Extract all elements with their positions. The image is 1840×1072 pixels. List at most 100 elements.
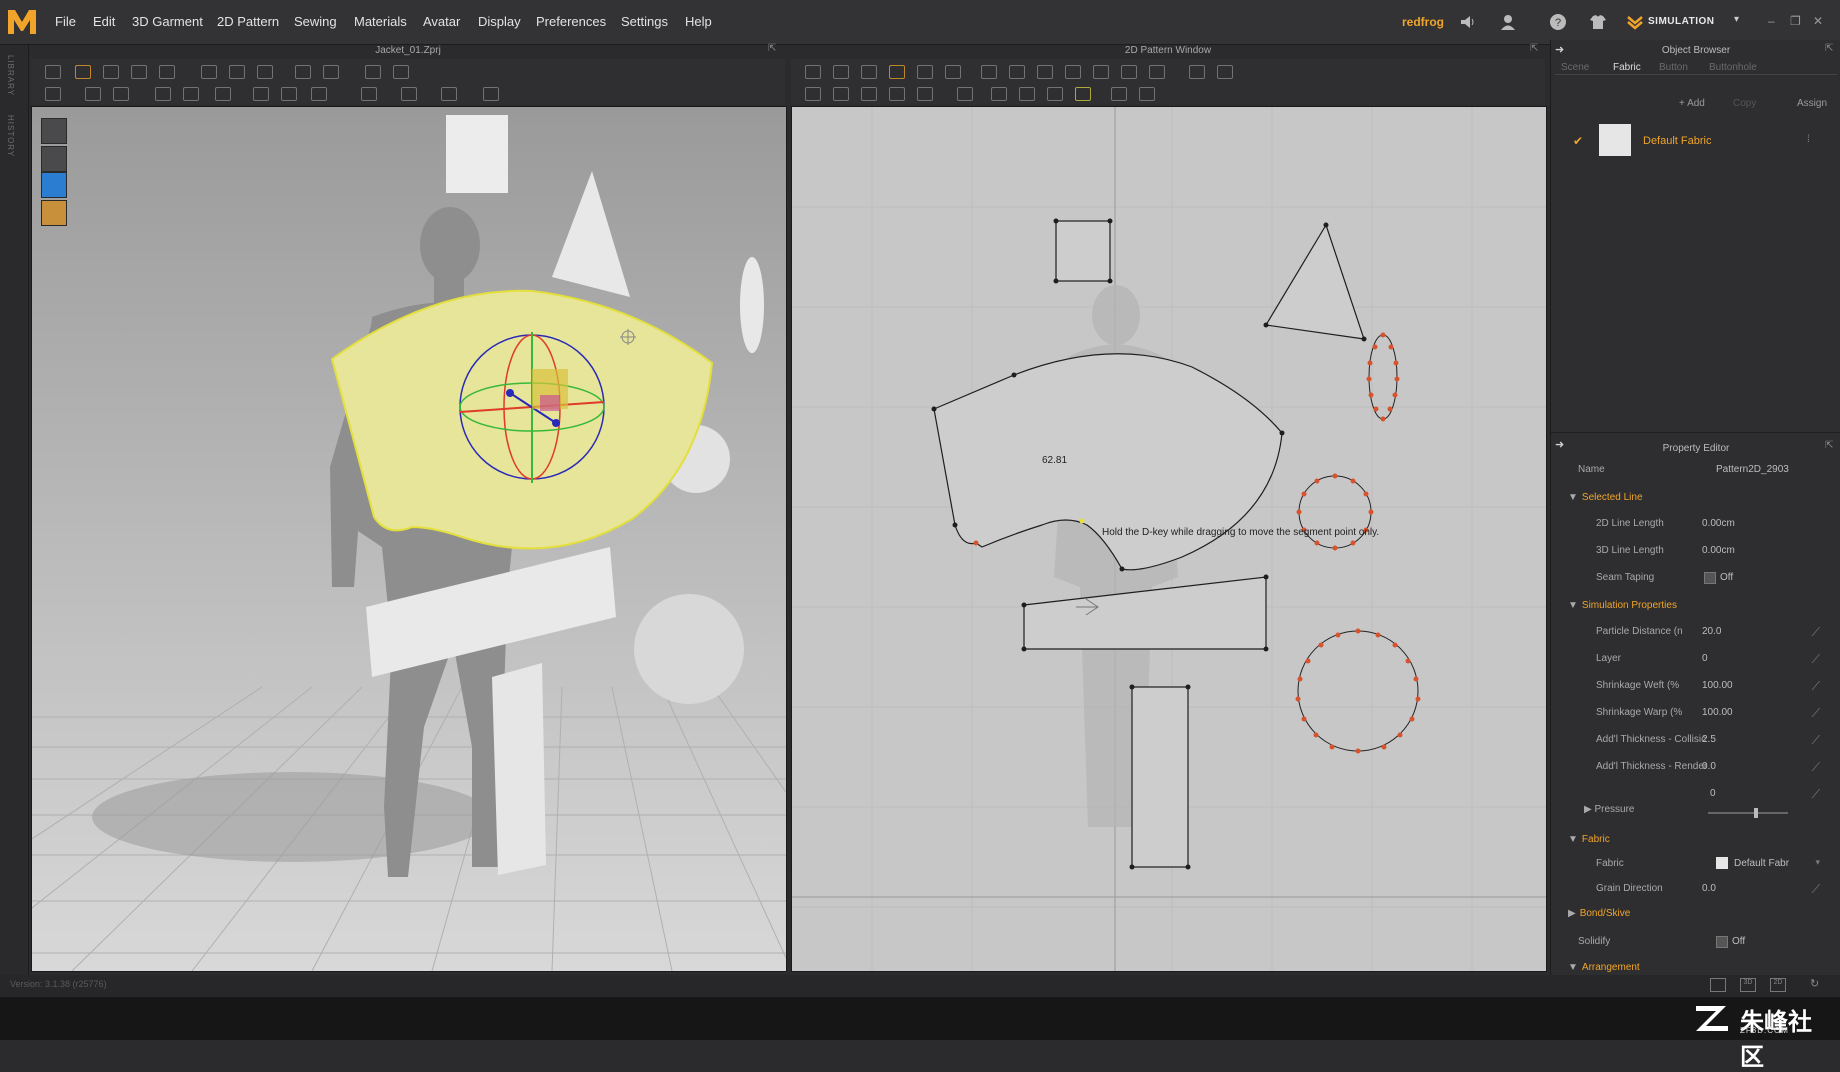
edit-curve-point-icon[interactable] [889,65,905,79]
fabric-dropdown[interactable]: Default Fabr [1734,858,1789,869]
internal-circle-icon[interactable] [1121,65,1137,79]
curvature-icon[interactable] [945,65,961,79]
view2d-maximize-icon[interactable]: ⇱ [1530,43,1538,54]
view2d-viewport[interactable]: 62.81 Hold the D-key while dragging to m… [791,106,1547,972]
prop-value[interactable]: 100.00 [1702,707,1733,718]
garment-icon[interactable] [1588,12,1608,32]
lasso-tool-icon[interactable] [393,65,409,79]
menu-avatar[interactable]: Avatar [423,14,460,29]
fabric-section-header[interactable]: ▼ Fabric [1568,834,1610,845]
menu-3d-garment[interactable]: 3D Garment [132,14,203,29]
edit-icon[interactable]: ⟋ [1812,787,1820,802]
layout-3d-icon[interactable]: 3D [1740,978,1756,992]
m-n-sewing-icon[interactable] [861,87,877,101]
button-tool-icon[interactable] [253,87,269,101]
buttonhole-tool-icon[interactable] [281,87,297,101]
tab-button[interactable]: Button [1659,62,1688,73]
texture-tool-icon[interactable] [183,87,199,101]
scale-tool-icon[interactable] [131,65,147,79]
tape-2d-icon[interactable] [1139,87,1155,101]
object-browser-maximize-icon[interactable]: ⇱ [1825,43,1833,54]
chevron-down-icon[interactable]: ▾ [1734,14,1739,25]
prop-value[interactable]: 100.00 [1702,680,1733,691]
bond-skive-header[interactable]: ▶ Bond/Skive [1568,908,1630,919]
add-point-icon[interactable] [917,65,933,79]
dart-icon[interactable] [1149,65,1165,79]
add-fabric-button[interactable]: + Add [1679,98,1705,109]
edit-icon[interactable]: ⟋ [1812,760,1820,775]
rotate-tool-icon[interactable] [159,65,175,79]
tab-fabric[interactable]: Fabric [1613,62,1641,73]
free-sewing-icon[interactable] [833,87,849,101]
library-tab[interactable]: LIBRARY [6,55,15,96]
simulation-properties-header[interactable]: ▼ Simulation Properties [1568,600,1677,611]
restore-icon[interactable]: ❐ [1790,14,1801,28]
prop-value[interactable]: 0.0 [1702,883,1716,894]
edit-point-icon[interactable] [861,65,877,79]
avatar-tool-icon[interactable] [295,65,311,79]
polygon-icon[interactable] [981,65,997,79]
segment-sewing-icon[interactable] [805,87,821,101]
seam-taping-checkbox[interactable] [1704,572,1716,584]
pin-tool-icon[interactable] [257,65,273,79]
select-tool-icon[interactable] [45,65,61,79]
sewing-tool-icon[interactable] [365,65,381,79]
strap-tool-icon[interactable] [361,87,377,101]
default-fabric-label[interactable]: Default Fabric [1643,135,1711,147]
transform-pattern-icon[interactable] [833,65,849,79]
button-2d-icon[interactable] [1019,87,1035,101]
pressure-slider-track[interactable] [1708,812,1788,814]
edit-icon[interactable]: ⟋ [1812,733,1820,748]
user-icon[interactable] [1498,12,1518,32]
view3d-maximize-icon[interactable]: ⇱ [768,43,776,54]
arrangement-header[interactable]: ▼ Arrangement [1568,962,1640,973]
history-tab[interactable]: HISTORY [6,115,15,157]
zipper-tool-icon[interactable] [311,87,327,101]
prop-value[interactable]: 0.00cm [1702,545,1735,556]
menu-materials[interactable]: Materials [354,14,407,29]
menu-2d-pattern[interactable]: 2D Pattern [217,14,279,29]
menu-help[interactable]: Help [685,14,712,29]
menu-preferences[interactable]: Preferences [536,14,606,29]
menu-sewing[interactable]: Sewing [294,14,337,29]
property-editor-maximize-icon[interactable]: ⇱ [1825,440,1833,451]
circle-icon[interactable] [1037,65,1053,79]
buttonhole-2d-icon[interactable] [1047,87,1063,101]
user-name[interactable]: redfrog [1402,15,1444,29]
internal-rect-icon[interactable] [1093,65,1109,79]
speaker-icon[interactable] [1458,12,1478,32]
solidify-checkbox[interactable] [1716,936,1728,948]
prop-value[interactable]: 0 [1702,653,1708,664]
edit-icon[interactable]: ⟋ [1812,652,1820,667]
pressure-label[interactable]: ▶ Pressure [1584,804,1634,815]
view3d-scene[interactable] [32,107,786,971]
edit-icon[interactable]: ⟋ [1812,882,1820,897]
rectangle-icon[interactable] [1009,65,1025,79]
tape-tool-icon[interactable] [113,87,129,101]
layout-2d-icon[interactable]: 2D [1770,978,1786,992]
measure-tool-icon[interactable] [85,87,101,101]
internal-polygon-icon[interactable] [1065,65,1081,79]
view2d-canvas[interactable] [792,107,1546,971]
pressure-slider-handle[interactable] [1754,808,1758,818]
edit-icon[interactable]: ⟋ [1812,706,1820,721]
fitting-tool-icon[interactable] [441,87,457,101]
help-icon[interactable]: ? [1548,12,1568,32]
close-icon[interactable]: ✕ [1813,14,1823,28]
tracing-icon[interactable] [1189,65,1205,79]
prop-value[interactable]: 0.00cm [1702,518,1735,529]
fold-tool-icon[interactable] [229,65,245,79]
menu-file[interactable]: File [55,14,76,29]
brush-tool-icon[interactable] [155,87,171,101]
select-button-icon[interactable] [1075,87,1091,101]
edit-texture-icon[interactable] [957,87,973,101]
minimize-icon[interactable]: – [1768,14,1775,28]
menu-settings[interactable]: Settings [621,14,668,29]
view3d-viewport[interactable] [31,106,787,972]
refresh-icon[interactable]: ↻ [1810,977,1819,990]
simulation-button[interactable]: SIMULATION ▾ [1622,11,1742,33]
prop-value[interactable]: 2.5 [1702,734,1716,745]
assign-fabric-button[interactable]: Assign [1797,98,1827,109]
shirring-tool-icon[interactable] [483,87,499,101]
edit-pattern-icon[interactable] [805,65,821,79]
